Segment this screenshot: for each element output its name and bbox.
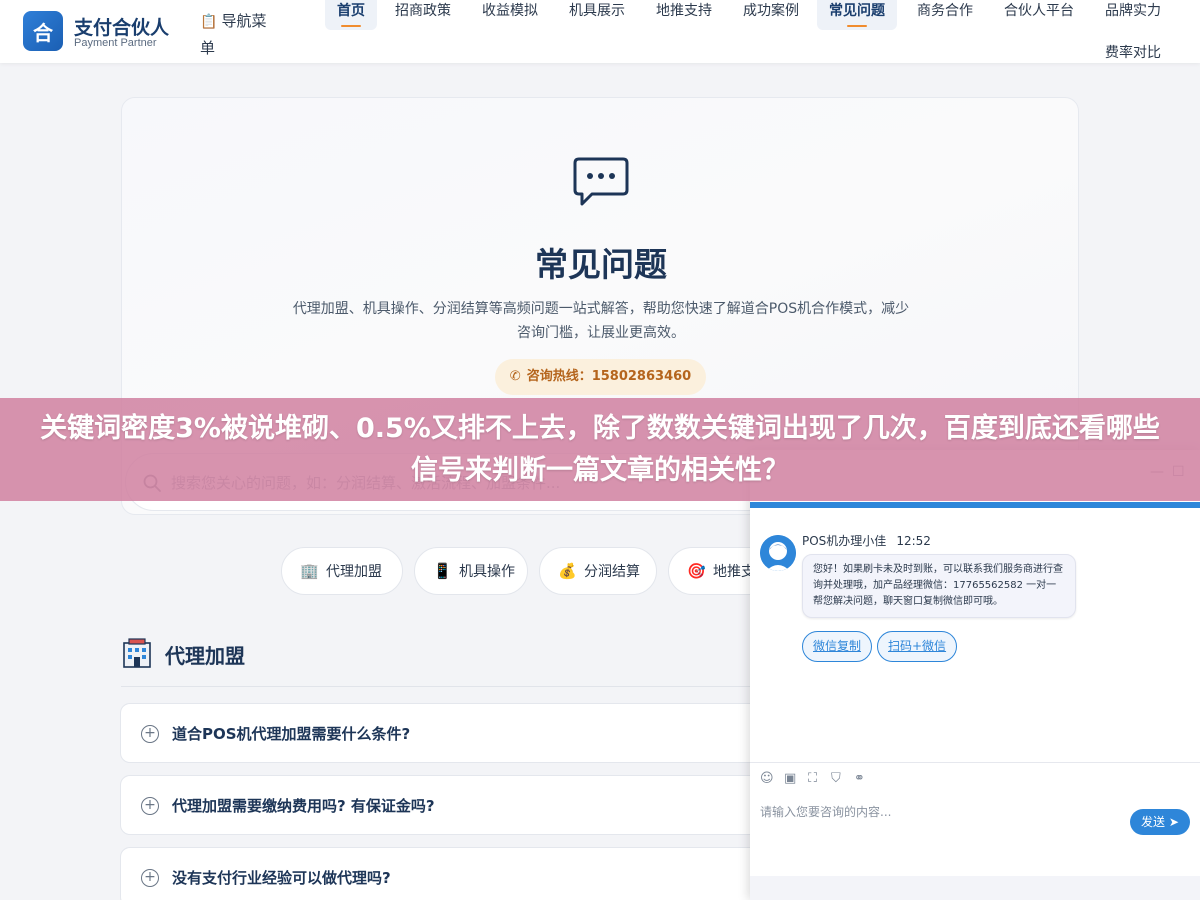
shield-icon[interactable]: ⛉ xyxy=(831,771,841,786)
logo-subtitle: Payment Partner xyxy=(74,37,157,49)
category-chip-settlement[interactable]: 💰 分润结算 xyxy=(539,547,657,595)
nav-investment-policy[interactable]: 招商政策 xyxy=(383,0,463,30)
phone-icon: ✆ xyxy=(509,369,521,384)
nav-rate-comparison[interactable]: 费率对比 xyxy=(1093,42,1173,72)
chat-bubble-icon xyxy=(573,157,629,206)
nav-faq[interactable]: 常见问题 xyxy=(817,0,897,30)
hotline-badge[interactable]: ✆ 咨询热线：15802863460 xyxy=(495,359,706,395)
navigation-menu-button[interactable]: 📋 导航菜单 xyxy=(200,8,278,61)
faq-item[interactable]: + 道合POS机代理加盟需要什么条件? xyxy=(120,703,760,763)
agent-message-bubble: 您好！如果刷卡未及时到账，可以联系我们服务商进行查询并处理哦，加产品经理微信：1… xyxy=(802,554,1076,618)
faq-item[interactable]: + 代理加盟需要缴纳费用吗? 有保证金吗? xyxy=(120,775,760,835)
category-chip-label: 地推支 xyxy=(713,564,755,580)
agent-name: POS机办理小佳 xyxy=(802,534,887,548)
article-title-banner: 关键词密度3%被说堆砌、0.5%又排不上去，除了数数关键词出现了几次，百度到底还… xyxy=(0,398,1200,501)
faq-question: 没有支付行业经验可以做代理吗? xyxy=(172,869,391,887)
category-chip-label: 分润结算 xyxy=(584,564,640,580)
copy-wechat-button[interactable]: 微信复制 xyxy=(802,631,873,662)
category-chip-label: 代理加盟 xyxy=(326,564,382,580)
clipboard-icon: 📋 xyxy=(200,14,218,30)
top-navigation-bar: 合 支付合伙人 Payment Partner 📋 导航菜单 首页 招商政策 收益… xyxy=(0,0,1200,63)
category-chip-agency[interactable]: 🏢 代理加盟 xyxy=(281,547,403,595)
nav-ground-promotion[interactable]: 地推支持 xyxy=(644,0,724,30)
nav-business-cooperation[interactable]: 商务合作 xyxy=(905,0,985,30)
mobile-phone-icon: 📱 xyxy=(433,562,452,580)
agent-avatar xyxy=(760,535,796,571)
nav-partner-platform[interactable]: 合伙人平台 xyxy=(992,0,1086,30)
page-title: 常见问题 xyxy=(535,245,667,284)
category-chip-label: 机具操作 xyxy=(459,564,515,580)
nav-device-showcase[interactable]: 机具展示 xyxy=(557,0,637,30)
chat-message-input[interactable] xyxy=(760,800,1130,824)
chat-accent-bar xyxy=(750,502,1200,508)
customer-service-chat-window: — ☐ POS机办理小佳12:52 您好！如果刷卡未及时到账，可以联系我们服务商… xyxy=(750,450,1200,900)
logo-title[interactable]: 支付合伙人 xyxy=(74,13,169,40)
nav-income-simulation[interactable]: 收益模拟 xyxy=(470,0,550,30)
scan-wechat-button[interactable]: 扫码+微信 xyxy=(877,631,958,662)
nav-success-cases[interactable]: 成功案例 xyxy=(731,0,811,30)
office-building-icon: 🏢 xyxy=(300,562,319,580)
target-icon: 🎯 xyxy=(687,562,706,580)
image-icon[interactable]: ▣ xyxy=(784,771,796,786)
send-arrow-icon: ➤ xyxy=(1168,815,1179,829)
hotline-text: 咨询热线：15802863460 xyxy=(526,369,692,384)
money-bag-icon: 💰 xyxy=(558,562,577,580)
office-building-icon xyxy=(123,638,151,668)
expand-icon: + xyxy=(141,725,159,743)
chat-toolbar: ☺ ▣ ⛶ ⛉ ⚭ xyxy=(750,762,1200,794)
wechat-icon[interactable]: ⚭ xyxy=(854,771,865,786)
page-description: 代理加盟、机具操作、分润结算等高频问题一站式解答，帮助您快速了解道合POS机合作… xyxy=(292,301,910,341)
expand-icon: + xyxy=(141,797,159,815)
section-title: 代理加盟 xyxy=(165,644,245,668)
screenshot-icon[interactable]: ⛶ xyxy=(808,771,817,786)
emoji-icon[interactable]: ☺ xyxy=(760,771,774,786)
message-time: 12:52 xyxy=(896,534,931,548)
faq-question: 代理加盟需要缴纳费用吗? 有保证金吗? xyxy=(172,797,435,815)
agent-name-line: POS机办理小佳 12:52 xyxy=(802,532,931,549)
faq-question: 道合POS机代理加盟需要什么条件? xyxy=(172,725,411,743)
category-chip-device-operation[interactable]: 📱 机具操作 xyxy=(414,547,528,595)
logo-icon[interactable]: 合 xyxy=(23,11,63,51)
nav-brand-strength[interactable]: 品牌实力 xyxy=(1093,0,1173,30)
send-label: 发送 xyxy=(1141,815,1166,829)
send-button[interactable]: 发送 ➤ xyxy=(1130,809,1190,835)
nav-home[interactable]: 首页 xyxy=(325,0,377,30)
banner-headline: 关键词密度3%被说堆砌、0.5%又排不上去，除了数数关键词出现了几次，百度到底还… xyxy=(40,413,1160,486)
chat-footer xyxy=(750,876,1200,900)
faq-item[interactable]: + 没有支付行业经验可以做代理吗? xyxy=(120,847,760,900)
expand-icon: + xyxy=(141,869,159,887)
